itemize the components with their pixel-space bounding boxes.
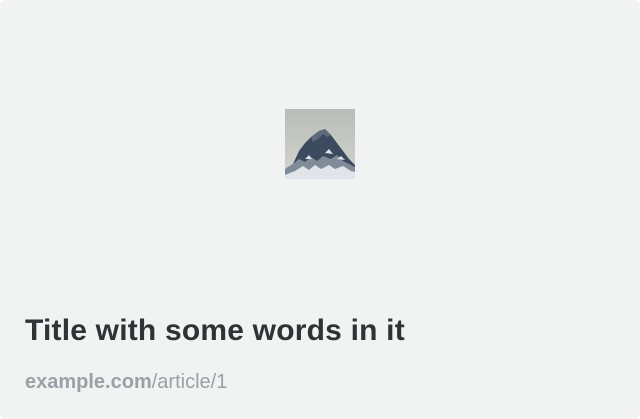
card-title: Title with some words in it [25,314,405,347]
url-domain: example.com [25,371,152,393]
mountain-thumbnail-image [285,109,355,179]
url-path: /article/1 [151,371,228,393]
link-preview-card[interactable]: Title with some words in it example.com/… [0,0,640,419]
card-url: example.com/article/1 [25,370,227,394]
